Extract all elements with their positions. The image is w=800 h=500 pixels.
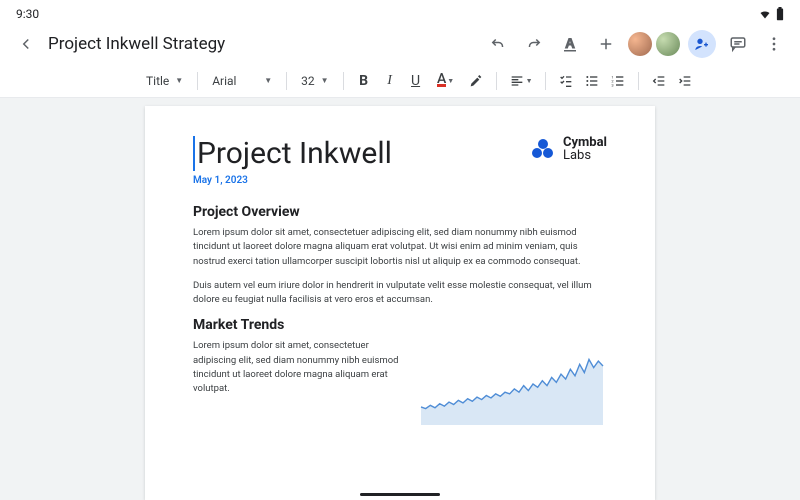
status-bar: 9:30 bbox=[0, 0, 800, 24]
section-heading-trends[interactable]: Market Trends bbox=[193, 317, 607, 333]
highlight-button[interactable] bbox=[464, 69, 488, 93]
chevron-down-icon: ▼ bbox=[447, 77, 454, 85]
doc-date[interactable]: May 1, 2023 bbox=[193, 175, 607, 186]
divider bbox=[545, 72, 546, 90]
navigation-pill[interactable] bbox=[360, 493, 440, 496]
brand-logo: Cymbal Labs bbox=[531, 136, 607, 162]
document-canvas[interactable]: Project Inkwell Cymbal Labs May 1, 2023 … bbox=[0, 98, 800, 500]
italic-button[interactable]: I bbox=[378, 69, 402, 93]
chevron-down-icon: ▼ bbox=[321, 76, 329, 85]
undo-button[interactable] bbox=[484, 30, 512, 58]
paragraph[interactable]: Lorem ipsum dolor sit amet, consectetuer… bbox=[193, 226, 607, 269]
section-heading-overview[interactable]: Project Overview bbox=[193, 204, 607, 220]
chevron-down-icon: ▼ bbox=[175, 76, 183, 85]
text-color-button[interactable]: A ▼ bbox=[430, 69, 462, 93]
format-toolbar: Title ▼ Arial ▼ 32 ▼ B I U A ▼ ▼ 123 bbox=[0, 64, 800, 98]
underline-button[interactable]: U bbox=[404, 69, 428, 93]
divider bbox=[343, 72, 344, 90]
avatar[interactable] bbox=[628, 32, 652, 56]
wifi-icon bbox=[758, 8, 772, 20]
indent-button[interactable] bbox=[673, 69, 697, 93]
heading-title[interactable]: Project Inkwell bbox=[193, 136, 392, 171]
divider bbox=[638, 72, 639, 90]
insert-button[interactable] bbox=[592, 30, 620, 58]
svg-text:3: 3 bbox=[611, 82, 613, 87]
numbered-list-button[interactable]: 123 bbox=[606, 69, 630, 93]
divider bbox=[197, 72, 198, 90]
font-family-label: Arial bbox=[212, 74, 258, 88]
paragraph-style-label: Title bbox=[146, 74, 169, 88]
redo-button[interactable] bbox=[520, 30, 548, 58]
presence-avatars[interactable] bbox=[628, 32, 680, 56]
comment-button[interactable] bbox=[724, 30, 752, 58]
back-button[interactable] bbox=[12, 30, 40, 58]
app-bar: Project Inkwell Strategy bbox=[0, 24, 800, 64]
divider bbox=[496, 72, 497, 90]
checklist-button[interactable] bbox=[554, 69, 578, 93]
paragraph[interactable]: Lorem ipsum dolor sit amet, consectetuer… bbox=[193, 339, 403, 396]
font-size-label: 32 bbox=[301, 74, 315, 88]
avatar[interactable] bbox=[656, 32, 680, 56]
bulleted-list-button[interactable] bbox=[580, 69, 604, 93]
font-size-select[interactable]: 32 ▼ bbox=[295, 71, 334, 91]
text-format-button[interactable] bbox=[556, 30, 584, 58]
align-button[interactable]: ▼ bbox=[505, 69, 537, 93]
brand-line2: Labs bbox=[563, 149, 607, 162]
more-button[interactable] bbox=[760, 30, 788, 58]
battery-icon bbox=[776, 7, 784, 21]
chevron-down-icon: ▼ bbox=[526, 77, 533, 85]
share-button[interactable] bbox=[688, 30, 716, 58]
bold-button[interactable]: B bbox=[352, 69, 376, 93]
cymbal-logo-icon bbox=[531, 139, 557, 159]
chevron-down-icon: ▼ bbox=[264, 76, 272, 85]
paragraph-style-select[interactable]: Title ▼ bbox=[140, 71, 189, 91]
paragraph[interactable]: Duis autem vel eum iriure dolor in hendr… bbox=[193, 279, 607, 308]
font-family-select[interactable]: Arial ▼ bbox=[206, 71, 278, 91]
clock: 9:30 bbox=[16, 7, 39, 21]
page[interactable]: Project Inkwell Cymbal Labs May 1, 2023 … bbox=[145, 106, 655, 500]
document-title[interactable]: Project Inkwell Strategy bbox=[48, 34, 476, 54]
market-trend-chart[interactable] bbox=[417, 339, 607, 429]
divider bbox=[286, 72, 287, 90]
outdent-button[interactable] bbox=[647, 69, 671, 93]
